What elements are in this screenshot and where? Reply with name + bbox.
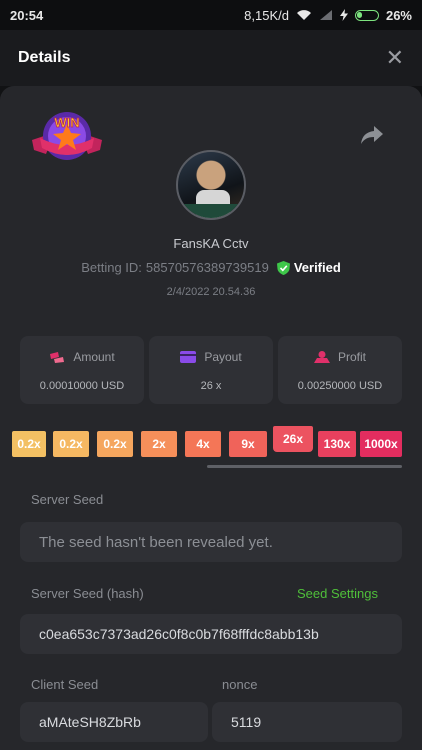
verified-shield-icon — [276, 260, 290, 275]
stat-label-payout: Payout — [204, 350, 242, 364]
status-bar: 20:54 8,15K/d 26% — [0, 0, 422, 30]
stat-card-profit: Profit 0.00250000 USD — [278, 336, 402, 404]
stat-value-amount: 0.00010000 USD — [39, 380, 125, 392]
share-icon[interactable] — [360, 124, 384, 146]
multiplier-chip[interactable]: 0.2x — [97, 431, 133, 457]
network-speed: 8,15K/d — [244, 7, 289, 23]
battery-percent: 26% — [385, 7, 412, 23]
close-icon[interactable]: ✕ — [386, 45, 404, 71]
verified-label: Verified — [293, 260, 341, 275]
nonce-label: nonce — [222, 677, 258, 692]
stat-value-profit: 0.00250000 USD — [297, 380, 383, 392]
multiplier-chip[interactable]: 0.2x — [53, 431, 89, 457]
bet-date: 2/4/2022 20.54.36 — [166, 286, 256, 298]
server-seed-field[interactable]: The seed hasn't been revealed yet. — [20, 522, 402, 562]
avatar — [176, 150, 246, 220]
betting-id-row: Betting ID: 58570576389739519 Verified — [0, 260, 422, 275]
multiplier-chip[interactable]: 26x — [273, 426, 313, 452]
signal-icon — [319, 10, 332, 20]
battery-icon — [354, 9, 379, 21]
multiplier-chip[interactable]: 4x — [185, 431, 221, 457]
page-title: Details — [18, 49, 71, 66]
betting-id-value: 58570576389739519 — [145, 260, 269, 275]
charging-icon — [339, 9, 348, 21]
server-seed-hash-field[interactable]: c0ea653c7373ad26c0f8c0b7f68fffdc8abb13b — [20, 614, 402, 654]
server-seed-hash-label: Server Seed (hash) — [31, 586, 144, 601]
status-time: 20:54 — [10, 7, 44, 23]
seed-settings-link[interactable]: Seed Settings — [297, 586, 378, 601]
details-header: Details ✕ — [0, 30, 422, 86]
server-seed-label: Server Seed — [31, 492, 104, 507]
profit-icon — [313, 351, 330, 363]
stat-card-payout: Payout 26 x — [149, 336, 273, 404]
multiplier-chip[interactable]: 0.2x — [12, 431, 46, 457]
payout-icon — [180, 351, 197, 363]
multiplier-chip[interactable]: 1000x — [360, 431, 402, 457]
multiplier-chip[interactable]: 2x — [141, 431, 177, 457]
multiplier-scrollbar[interactable] — [207, 465, 402, 468]
betting-id-label: Betting ID: — [81, 260, 142, 275]
stat-value-payout: 26 x — [200, 380, 222, 392]
nonce-field[interactable]: 5119 — [212, 702, 402, 742]
user-name: FansKA Cctv — [173, 236, 249, 251]
stat-card-amount: Amount 0.00010000 USD — [20, 336, 144, 404]
win-badge-text: WIN — [54, 115, 79, 130]
stat-label-profit: Profit — [337, 350, 366, 364]
amount-icon — [50, 352, 65, 363]
win-badge-icon: WIN — [32, 112, 102, 160]
client-seed-label: Client Seed — [31, 677, 99, 692]
multiplier-chip[interactable]: 130x — [318, 431, 356, 457]
multiplier-chip[interactable]: 9x — [229, 431, 267, 457]
wifi-icon — [296, 10, 311, 20]
stat-label-amount: Amount — [73, 350, 115, 364]
client-seed-field[interactable]: aMAteSH8ZbRb — [20, 702, 208, 742]
